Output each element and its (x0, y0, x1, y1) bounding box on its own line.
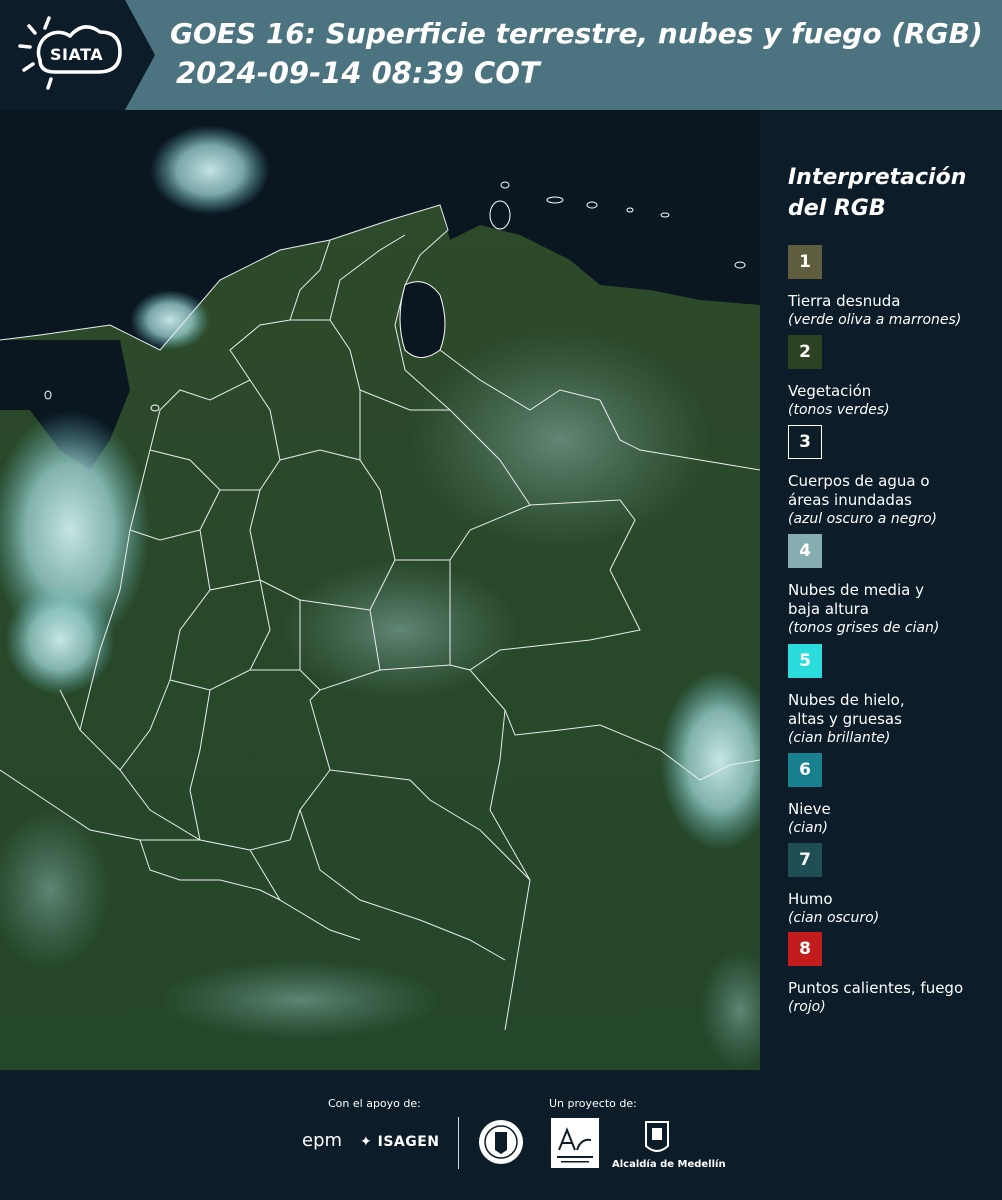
legend-label-line: Cuerpos de agua o (788, 472, 930, 490)
legend-label-line: Nieve (788, 800, 831, 818)
legend-item-label: Cuerpos de agua o áreas inundadas (788, 472, 998, 510)
rgb-legend: Interpretación del RGB 1 Tierra desnuda … (760, 110, 1002, 1070)
legend-swatch: 6 (788, 753, 822, 787)
legend-label-line: Tierra desnuda (788, 292, 901, 310)
legend-item-bare-soil: 1 Tierra desnuda (verde oliva a marrones… (788, 245, 998, 330)
legend-swatch: 7 (788, 843, 822, 877)
header-bar: SIATA GOES 16: Superficie terrestre, nub… (0, 0, 1002, 110)
legend-item-vegetation: 2 Vegetación (tonos verdes) (788, 335, 998, 420)
legend-swatch: 4 (788, 534, 822, 568)
legend-item-note: (cian oscuro) (788, 910, 880, 926)
legend-item-smoke: 7 Humo (cian oscuro) (788, 843, 998, 928)
legend-title-line2: del RGB (788, 196, 886, 221)
legend-title: Interpretación del RGB (788, 162, 966, 224)
legend-item-note: (rojo) (788, 999, 826, 1015)
legend-item-ice-clouds: 5 Nubes de hielo, altas y gruesas (cian … (788, 644, 998, 748)
image-timestamp: 2024-09-14 08:39 COT (176, 56, 540, 90)
siata-logo: SIATA (0, 0, 155, 110)
legend-item-label: Puntos calientes, fuego (788, 979, 998, 998)
legend-label-line: Puntos calientes, fuego (788, 979, 964, 997)
legend-item-label: Humo (788, 890, 998, 909)
legend-label-line: baja altura (788, 600, 869, 618)
legend-item-label: Tierra desnuda (788, 292, 998, 311)
alcaldia-medellin-text: Alcaldía de Medellín (612, 1159, 726, 1170)
area-metropolitana-logo (551, 1118, 599, 1168)
epm-logo: epm (302, 1130, 343, 1151)
siata-logo-text: SIATA (50, 45, 104, 64)
support-label: Con el apoyo de: (328, 1097, 421, 1110)
footer-sponsors: Con el apoyo de: Un proyecto de: epm ✦ I… (0, 1070, 1002, 1200)
legend-item-note: (cian) (788, 820, 828, 836)
satellite-rgb-map (0, 110, 760, 1070)
legend-label-line: Vegetación (788, 382, 872, 400)
legend-swatch: 3 (788, 425, 822, 459)
footer-divider (458, 1117, 459, 1169)
legend-swatch: 5 (788, 644, 822, 678)
legend-item-mid-low-clouds: 4 Nubes de media y baja altura (tonos gr… (788, 534, 998, 638)
legend-label-line: altas y gruesas (788, 710, 902, 728)
legend-label-line: Nubes de media y (788, 581, 924, 599)
legend-swatch: 8 (788, 932, 822, 966)
legend-item-water: 3 Cuerpos de agua o áreas inundadas (azu… (788, 425, 998, 529)
legend-item-label: Nubes de hielo, altas y gruesas (788, 691, 998, 729)
legend-item-note: (azul oscuro a negro) (788, 511, 937, 527)
legend-item-label: Nubes de media y baja altura (788, 581, 998, 619)
legend-item-note: (tonos verdes) (788, 402, 890, 418)
legend-item-note: (tonos grises de cian) (788, 620, 940, 636)
legend-label-line: Nubes de hielo, (788, 691, 905, 709)
legend-item-note: (verde oliva a marrones) (788, 312, 962, 328)
legend-label-line: Humo (788, 890, 833, 908)
legend-item-label: Vegetación (788, 382, 998, 401)
legend-title-line1: Interpretación (788, 165, 967, 190)
project-label: Un proyecto de: (549, 1097, 637, 1110)
seal-logo (479, 1120, 523, 1164)
legend-item-hotspots-fire: 8 Puntos calientes, fuego (rojo) (788, 932, 998, 1017)
isagen-logo-text: ISAGEN (377, 1134, 440, 1150)
legend-item-note: (cian brillante) (788, 730, 891, 746)
legend-swatch: 2 (788, 335, 822, 369)
legend-item-snow: 6 Nieve (cian) (788, 753, 998, 838)
page-title: GOES 16: Superficie terrestre, nubes y f… (170, 17, 983, 50)
legend-swatch: 1 (788, 245, 822, 279)
legend-label-line: áreas inundadas (788, 491, 912, 509)
isagen-logo: ✦ ISAGEN (360, 1134, 440, 1150)
legend-item-label: Nieve (788, 800, 998, 819)
